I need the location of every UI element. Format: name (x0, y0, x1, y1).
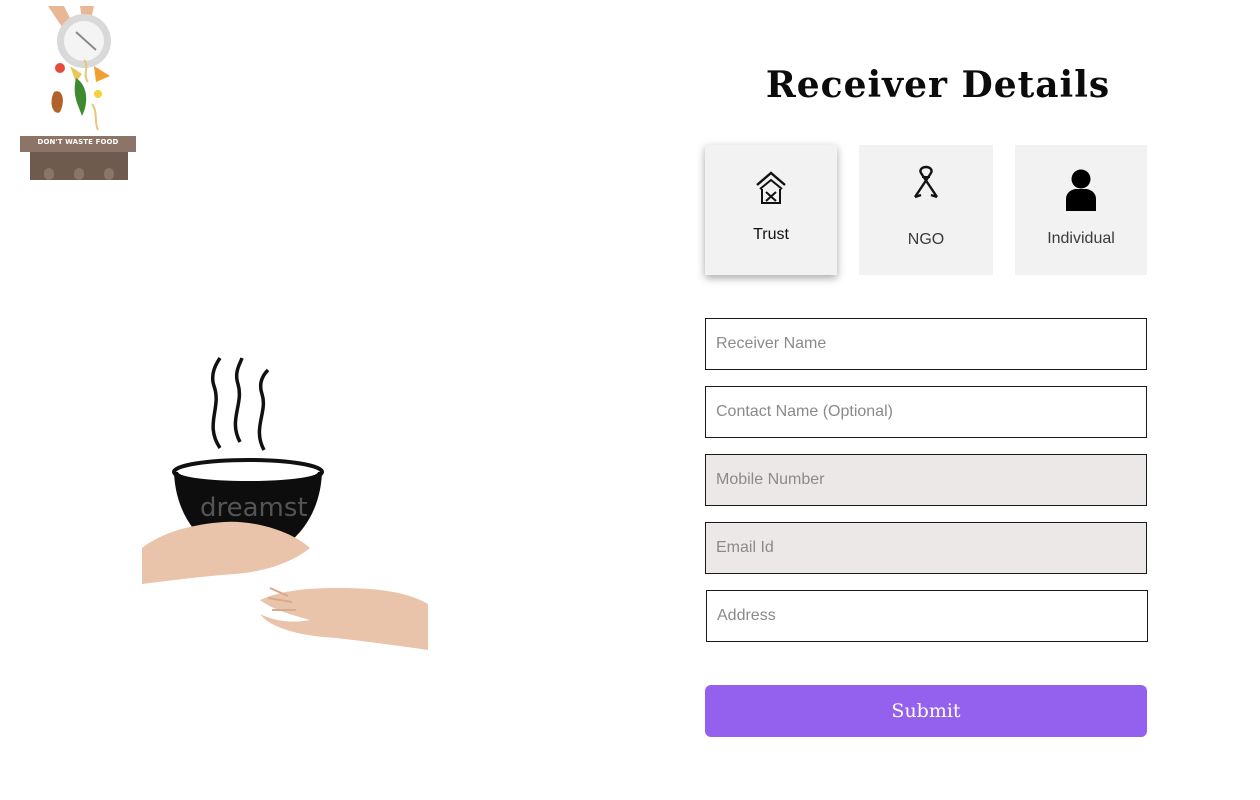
email-id-input[interactable] (705, 522, 1147, 574)
receiver-type-trust-card[interactable]: Trust (705, 145, 837, 275)
person-icon (1066, 169, 1096, 211)
receiver-type-ngo-card[interactable]: NGO (859, 145, 993, 275)
trust-building-icon (756, 171, 786, 204)
ngo-ribbon-icon (914, 165, 938, 199)
logo-banner-text: DON'T WASTE FOOD (37, 138, 119, 146)
page-title: Receiver Details (765, 64, 1111, 106)
receiver-type-individual-label: Individual (1047, 230, 1115, 247)
receiver-type-individual-card[interactable]: Individual (1015, 145, 1147, 275)
receiver-type-trust-label: Trust (753, 226, 789, 243)
receiver-type-ngo-label: NGO (907, 231, 945, 248)
receiver-name-input[interactable] (705, 318, 1147, 370)
receiver-details-page: DON'T WASTE FOOD dreamst Receiver Detail… (0, 0, 1260, 800)
mobile-number-input[interactable] (705, 454, 1147, 506)
address-input[interactable] (706, 590, 1148, 642)
submit-button[interactable]: Submit (705, 685, 1147, 737)
hands-serving-food-illustration: dreamst (140, 352, 436, 654)
contact-name-input[interactable] (705, 386, 1147, 438)
dont-waste-food-logo: DON'T WASTE FOOD (20, 4, 136, 180)
watermark-text: dreamst (200, 493, 308, 523)
